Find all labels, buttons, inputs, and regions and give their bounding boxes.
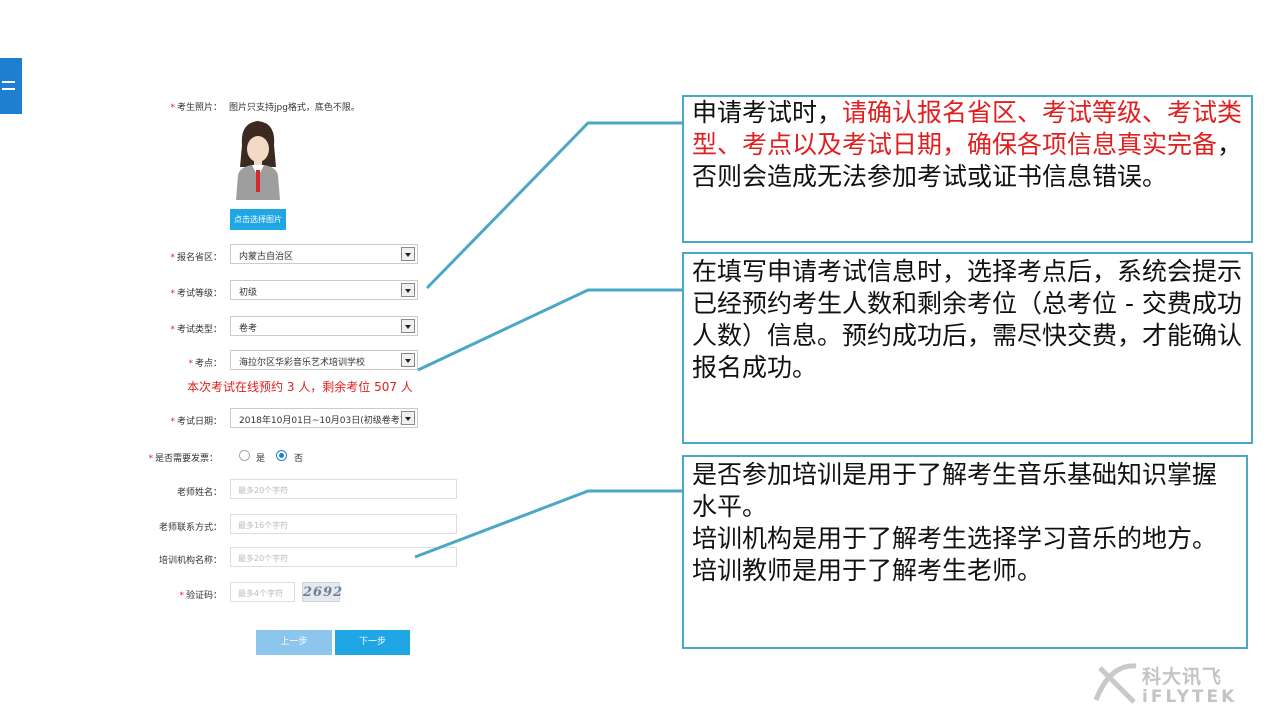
iflytek-logo-icon bbox=[1093, 663, 1137, 704]
logo-cn-text: 科大讯飞 bbox=[1142, 666, 1223, 688]
callout-line: 培训教师是用于了解考生老师。 bbox=[692, 556, 1043, 585]
callout-line: 培训机构是用于了解考生选择学习音乐的地方。 bbox=[692, 524, 1218, 553]
iflytek-logo: 科大讯飞 iFLYTEK bbox=[1090, 660, 1260, 710]
callout-booking-info: 在填写申请考试信息时，选择考点后，系统会提示已经预约考生人数和剩余考位（总考位 … bbox=[682, 252, 1253, 444]
logo-en-text: iFLYTEK bbox=[1142, 687, 1238, 707]
callout-line: 是否参加培训是用于了解考生音乐基础知识掌握水平。 bbox=[692, 460, 1218, 521]
callout-training-info: 是否参加培训是用于了解考生音乐基础知识掌握水平。 培训机构是用于了解考生选择学习… bbox=[682, 455, 1248, 649]
callout-confirm-info: 申请考试时，请确认报名省区、考试等级、考试类型、考点以及考试日期，确保各项信息真… bbox=[682, 95, 1253, 243]
callout-text: 申请考试时， bbox=[692, 98, 843, 127]
